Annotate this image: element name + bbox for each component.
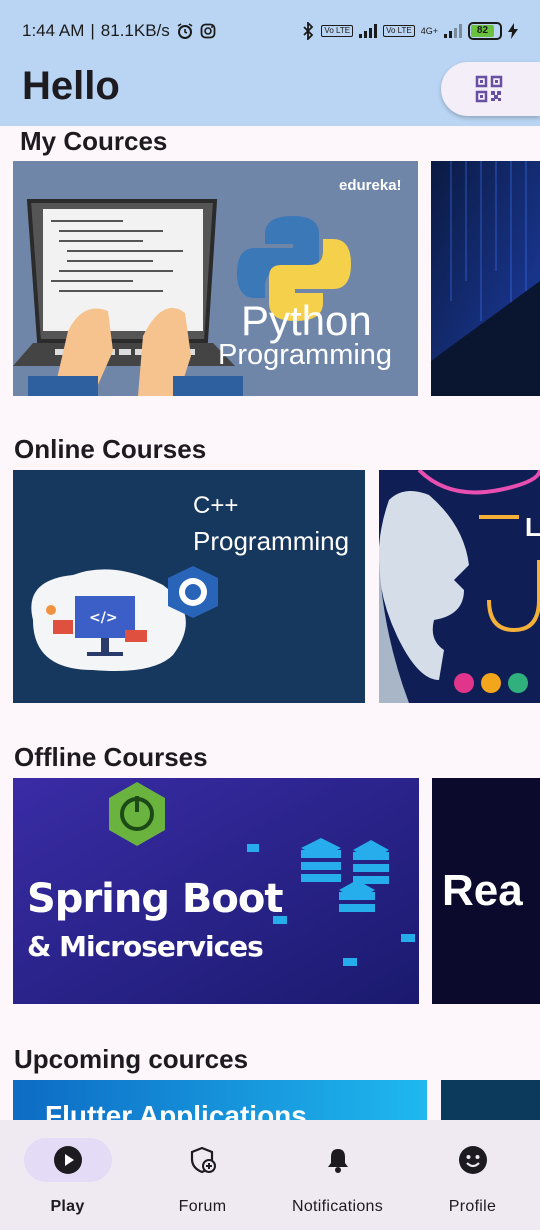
signal-icon (359, 24, 378, 38)
nav-label-forum: Forum (178, 1198, 227, 1215)
smiley-face-icon (458, 1146, 487, 1174)
status-time: 1:44 AM (22, 21, 85, 40)
course-feed[interactable]: My Cources edureka! Python Programming O… (0, 126, 540, 1120)
cpp-card-subtitle: Programming (193, 526, 350, 556)
nav-item-notifications[interactable]: Notifications (270, 1138, 405, 1216)
nav-label-profile: Profile (448, 1198, 497, 1215)
react-card-title: Rea (442, 866, 523, 915)
svg-text:</>: </> (89, 610, 118, 626)
nav-label-notifications: Notifications (291, 1198, 384, 1215)
app-bar: Hello (0, 62, 540, 126)
python-card-brand: edureka! (339, 177, 402, 194)
course-card-ai[interactable]: L (379, 470, 540, 703)
shield-add-icon (190, 1146, 216, 1174)
python-card-subtitle: Programming (218, 339, 393, 371)
course-card-spring-boot[interactable]: Spring Boot & Microservices (13, 778, 419, 1004)
signal-icon-2 (444, 24, 462, 38)
ai-course-image (379, 470, 540, 703)
nav-item-play[interactable]: Play (0, 1138, 135, 1216)
status-bar: 1:44 AM | 81.1KB/s Vo LTE Vo LTE 4G+ 82 (0, 0, 540, 62)
alarm-icon (177, 23, 193, 39)
ai-card-letter: L (525, 512, 540, 542)
tech-course-image (431, 161, 540, 396)
volte-badge-2: Vo LTE (383, 25, 415, 37)
page-title: Hello (22, 64, 120, 108)
course-card-upcoming-2[interactable] (441, 1080, 540, 1120)
nav-label-play: Play (50, 1198, 85, 1215)
flutter-card-title: Flutter Applications (45, 1100, 307, 1120)
qr-code-scanner-icon (475, 75, 502, 103)
bluetooth-icon (303, 22, 314, 40)
course-card-flutter[interactable]: Flutter Applications (13, 1080, 427, 1120)
volte-badge: Vo LTE (321, 25, 354, 37)
status-speed: 81.1KB/s (100, 21, 170, 40)
battery-icon: 82 (468, 22, 502, 40)
battery-level: 82 (471, 25, 494, 37)
spring-card-title: Spring Boot (27, 876, 283, 922)
section-title-upcoming-courses: Upcoming cources (14, 1044, 249, 1074)
cpp-card-title: C++ (193, 492, 239, 519)
cpp-course-image: </> (13, 470, 365, 703)
instagram-icon (200, 23, 216, 39)
course-card-my-2[interactable] (431, 161, 540, 396)
charging-icon (508, 23, 518, 39)
section-title-offline-courses: Offline Courses (14, 742, 208, 772)
nav-item-forum[interactable]: Forum (135, 1138, 270, 1216)
section-title-my-courses: My Cources (20, 126, 168, 156)
qr-scan-button[interactable] (441, 62, 540, 116)
play-icon (53, 1146, 82, 1174)
spring-card-subtitle: & Microservices (27, 930, 264, 963)
course-card-cpp[interactable]: </> C++ Programming (13, 470, 365, 703)
bell-icon (327, 1149, 348, 1173)
python-card-title: Python (241, 297, 372, 344)
nav-item-profile[interactable]: Profile (405, 1138, 540, 1216)
course-card-react[interactable]: Rea (432, 778, 540, 1004)
section-title-online-courses: Online Courses (14, 434, 207, 464)
network-type: 4G+ (420, 26, 438, 36)
bottom-navigation: Play Forum Notifications Profile (0, 1120, 540, 1230)
course-card-python[interactable]: edureka! Python Programming (13, 161, 418, 396)
